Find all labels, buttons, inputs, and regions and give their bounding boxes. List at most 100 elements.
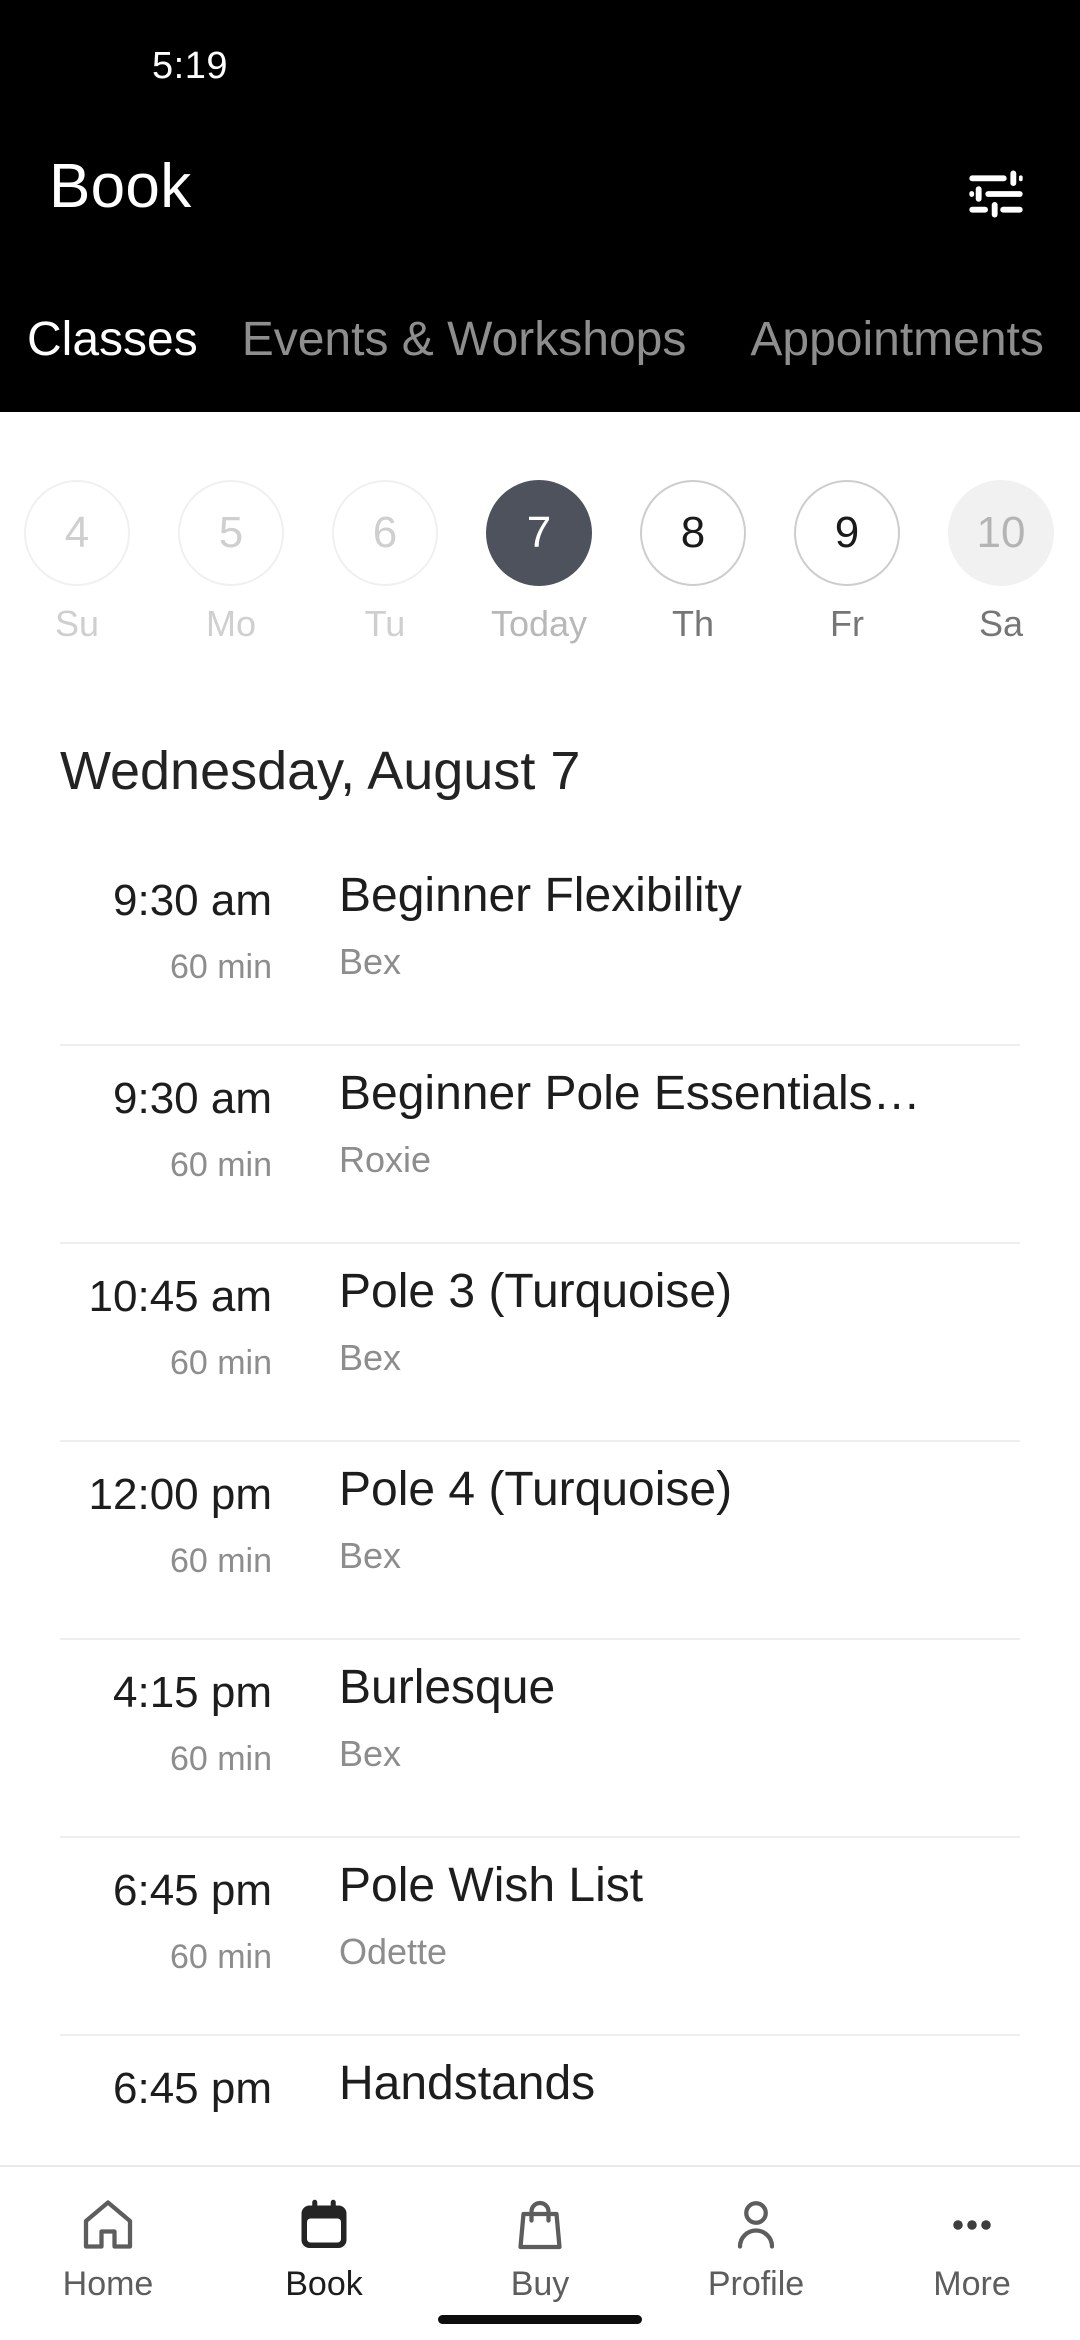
tune-sliders-icon	[964, 162, 1028, 226]
class-instructor: Bex	[339, 941, 402, 982]
class-info-block: Pole 3 (Turquoise) Bex	[290, 1242, 1080, 1378]
tab-events-workshops[interactable]: Events & Workshops	[242, 282, 687, 368]
nav-label-more: More	[933, 2265, 1011, 2303]
class-instructor: Bex	[339, 1733, 402, 1774]
tab-appointments[interactable]: Appointments	[750, 282, 1044, 368]
class-start-time: 12:00 pm	[88, 1470, 272, 1519]
day-heading: Wednesday, August 7	[60, 741, 581, 801]
date-number: 8	[640, 480, 746, 586]
nav-label-buy: Buy	[510, 2265, 570, 2303]
app-screen: 5:19 Book Classes Events & Workshops App…	[0, 0, 1080, 2340]
class-title: Pole 4 (Turquoise)	[339, 1463, 733, 1516]
date-weekday-label: Mo	[205, 603, 256, 644]
home-icon	[78, 2193, 138, 2257]
nav-label-profile: Profile	[707, 2265, 805, 2303]
class-time-block: 6:45 pm 60 min	[0, 1836, 290, 1976]
date-number: 7	[486, 480, 592, 586]
class-time-block: 9:30 am 60 min	[0, 1044, 290, 1184]
row-divider	[60, 2034, 1020, 2036]
date-number: 9	[794, 480, 900, 586]
tab-classes[interactable]: Classes	[27, 282, 198, 368]
date-cell-5[interactable]: 5 Mo	[154, 412, 308, 644]
class-list-item[interactable]: 12:00 pm 60 min Pole 4 (Turquoise) Bex	[0, 1440, 1080, 1638]
nav-item-home[interactable]: Home	[0, 2167, 216, 2303]
person-icon	[726, 2193, 786, 2257]
date-cell-10[interactable]: 10 Sa	[924, 412, 1078, 644]
date-number: 4	[24, 480, 130, 586]
date-weekday-label: Tu	[364, 603, 406, 644]
class-time-block: 6:45 pm	[0, 2034, 290, 2136]
nav-item-profile[interactable]: Profile	[648, 2167, 864, 2303]
page-title: Book	[49, 152, 192, 221]
class-info-block: Beginner Pole Essentials… Roxie	[290, 1044, 1080, 1180]
date-cell-6[interactable]: 6 Tu	[308, 412, 462, 644]
class-instructor: Bex	[339, 1535, 402, 1576]
class-title: Burlesque	[339, 1661, 556, 1714]
date-weekday-label: Sa	[978, 603, 1024, 644]
class-duration: 60 min	[169, 1146, 272, 1184]
class-start-time: 6:45 pm	[113, 1866, 272, 1915]
date-cell-7-today[interactable]: 7 Today	[462, 412, 616, 644]
class-duration: 60 min	[169, 1938, 272, 1976]
class-start-time: 10:45 am	[88, 1272, 272, 1321]
date-number: 5	[178, 480, 284, 586]
class-list-item[interactable]: 10:45 am 60 min Pole 3 (Turquoise) Bex	[0, 1242, 1080, 1440]
status-bar-clock: 5:19	[152, 45, 228, 87]
row-divider	[60, 1242, 1020, 1244]
date-cell-8[interactable]: 8 Th	[616, 412, 770, 644]
class-title: Beginner Flexibility	[339, 869, 742, 922]
date-cell-9[interactable]: 9 Fr	[770, 412, 924, 644]
class-list-item[interactable]: 9:30 am 60 min Beginner Flexibility Bex	[0, 846, 1080, 1044]
class-list-item[interactable]: 6:45 pm 60 min Pole Wish List Odette	[0, 1836, 1080, 2034]
date-number: 10	[948, 480, 1054, 586]
shopping-bag-icon	[510, 2193, 570, 2257]
ellipsis-icon	[942, 2193, 1002, 2257]
class-list[interactable]: 9:30 am 60 min Beginner Flexibility Bex …	[0, 846, 1080, 2166]
class-duration: 60 min	[169, 1344, 272, 1382]
tab-bar: Classes Events & Workshops Appointments	[0, 282, 1080, 412]
class-title: Pole Wish List	[339, 1859, 644, 1912]
class-start-time: 9:30 am	[113, 1074, 272, 1123]
class-info-block: Beginner Flexibility Bex	[290, 846, 1080, 982]
class-info-block: Handstands	[290, 2034, 1080, 2130]
date-number: 6	[332, 480, 438, 586]
class-start-time: 9:30 am	[113, 876, 272, 925]
class-time-block: 10:45 am 60 min	[0, 1242, 290, 1382]
date-strip: 4 Su 5 Mo 6 Tu 7 Today 8 Th 9 Fr 10 Sa	[0, 412, 1080, 662]
row-divider	[60, 1440, 1020, 1442]
class-info-block: Pole 4 (Turquoise) Bex	[290, 1440, 1080, 1576]
bottom-navigation-bar: Home Book Buy Profile More	[0, 2165, 1080, 2340]
class-title: Handstands	[339, 2057, 596, 2110]
class-duration: 60 min	[169, 948, 272, 986]
nav-item-buy[interactable]: Buy	[432, 2167, 648, 2303]
class-time-block: 4:15 pm 60 min	[0, 1638, 290, 1778]
filter-button[interactable]	[954, 152, 1038, 236]
row-divider	[60, 1638, 1020, 1640]
class-info-block: Burlesque Bex	[290, 1638, 1080, 1774]
date-weekday-label: Su	[54, 603, 100, 644]
nav-item-more[interactable]: More	[864, 2167, 1080, 2303]
status-bar: 5:19	[0, 0, 1080, 110]
class-time-block: 9:30 am 60 min	[0, 846, 290, 986]
row-divider	[60, 1044, 1020, 1046]
date-weekday-label: Today	[490, 603, 588, 644]
nav-label-home: Home	[62, 2265, 154, 2303]
class-instructor: Roxie	[339, 1139, 432, 1180]
nav-item-book[interactable]: Book	[216, 2167, 432, 2303]
class-duration: 60 min	[169, 1740, 272, 1778]
class-title: Beginner Pole Essentials…	[339, 1067, 921, 1120]
class-start-time: 6:45 pm	[113, 2064, 272, 2113]
class-list-item[interactable]: 6:45 pm Handstands	[0, 2034, 1080, 2166]
class-list-item[interactable]: 4:15 pm 60 min Burlesque Bex	[0, 1638, 1080, 1836]
home-indicator[interactable]	[438, 2315, 642, 2324]
class-time-block: 12:00 pm 60 min	[0, 1440, 290, 1580]
nav-label-book: Book	[285, 2265, 363, 2303]
class-list-item[interactable]: 9:30 am 60 min Beginner Pole Essentials……	[0, 1044, 1080, 1242]
date-cell-4[interactable]: 4 Su	[0, 412, 154, 644]
calendar-icon	[294, 2193, 354, 2257]
class-title: Pole 3 (Turquoise)	[339, 1265, 733, 1318]
class-duration: 60 min	[169, 1542, 272, 1580]
row-divider	[60, 1836, 1020, 1838]
header-bar: 5:19 Book Classes Events & Workshops App…	[0, 0, 1080, 412]
app-bar: Book	[0, 110, 1080, 270]
